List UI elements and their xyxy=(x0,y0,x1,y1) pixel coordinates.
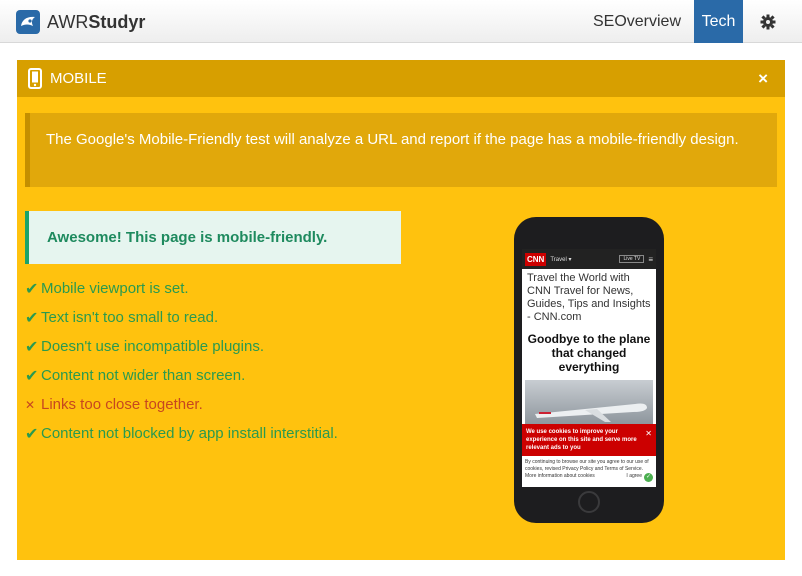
check-text: Content not wider than screen. xyxy=(41,367,246,384)
check-item: ✔ Content not blocked by app install inte… xyxy=(25,419,338,448)
panel-header: MOBILE × xyxy=(17,60,785,97)
success-alert: Awesome! This page is mobile-friendly. xyxy=(25,211,401,264)
cross-icon: ✕ xyxy=(25,397,36,412)
brand[interactable]: AWRStudyr xyxy=(16,9,145,35)
description-callout: The Google's Mobile-Friendly test will a… xyxy=(25,113,777,187)
panel-title: MOBILE xyxy=(50,70,107,87)
home-button xyxy=(578,491,600,513)
live-tv-label: Live TV xyxy=(619,255,645,263)
cookie-footer: By continuing to browse our site you agr… xyxy=(522,456,656,483)
article-headline: Goodbye to the plane that changed everyt… xyxy=(527,332,651,374)
check-text: Links too close together. xyxy=(41,396,203,413)
check-text: Text isn't too small to read. xyxy=(41,309,219,326)
awr-logo-icon xyxy=(16,10,40,34)
cookie-banner: We use cookies to improve your experienc… xyxy=(522,424,656,456)
check-circle-icon: ✓ xyxy=(644,473,653,482)
hamburger-menu-icon: ≡ xyxy=(648,254,653,264)
checkmark-icon: ✔ xyxy=(25,367,39,385)
site-header: CNN Travel ▾ Live TV ≡ xyxy=(522,249,656,269)
nav-seoverview[interactable]: SEOverview xyxy=(588,0,686,43)
check-item: ✔ Mobile viewport is set. xyxy=(25,274,338,303)
cookie-banner-text: We use cookies to improve your experienc… xyxy=(526,429,637,451)
checkmark-icon: ✔ xyxy=(25,309,39,327)
page-title-preview: Travel the World with CNN Travel for New… xyxy=(527,272,651,323)
check-text: Mobile viewport is set. xyxy=(41,280,189,297)
checkmark-icon: ✔ xyxy=(25,338,39,356)
check-item: ✔ Content not wider than screen. xyxy=(25,361,338,390)
mobile-phone-icon xyxy=(28,68,42,89)
phone-preview: CNN Travel ▾ Live TV ≡ Travel the World … xyxy=(514,217,664,523)
check-text: Content not blocked by app install inter… xyxy=(41,425,338,442)
settings-gear-icon[interactable] xyxy=(753,6,783,38)
brand-name: AWRStudyr xyxy=(47,11,146,32)
close-icon[interactable]: × xyxy=(758,69,768,89)
airplane-image xyxy=(525,380,653,424)
check-item-failed: ✕ Links too close together. xyxy=(25,390,338,419)
check-item: ✔ Doesn't use incompatible plugins. xyxy=(25,332,338,361)
close-icon: ✕ xyxy=(645,429,652,438)
phone-screen: CNN Travel ▾ Live TV ≡ Travel the World … xyxy=(522,249,656,487)
section-label: Travel ▾ xyxy=(550,256,572,263)
check-item: ✔ Text isn't too small to read. xyxy=(25,303,338,332)
nav-tech[interactable]: Tech xyxy=(694,0,743,43)
check-text: Doesn't use incompatible plugins. xyxy=(41,338,264,355)
cnn-logo: CNN xyxy=(525,252,547,266)
checkmark-icon: ✔ xyxy=(25,280,39,298)
checkmark-icon: ✔ xyxy=(25,425,39,443)
mobile-panel: MOBILE × The Google's Mobile-Friendly te… xyxy=(17,60,785,560)
top-navbar: AWRStudyr SEOverview Tech xyxy=(0,0,802,43)
agree-label: ✓ I agree xyxy=(626,473,653,482)
check-list: ✔ Mobile viewport is set. ✔ Text isn't too… xyxy=(25,274,338,448)
